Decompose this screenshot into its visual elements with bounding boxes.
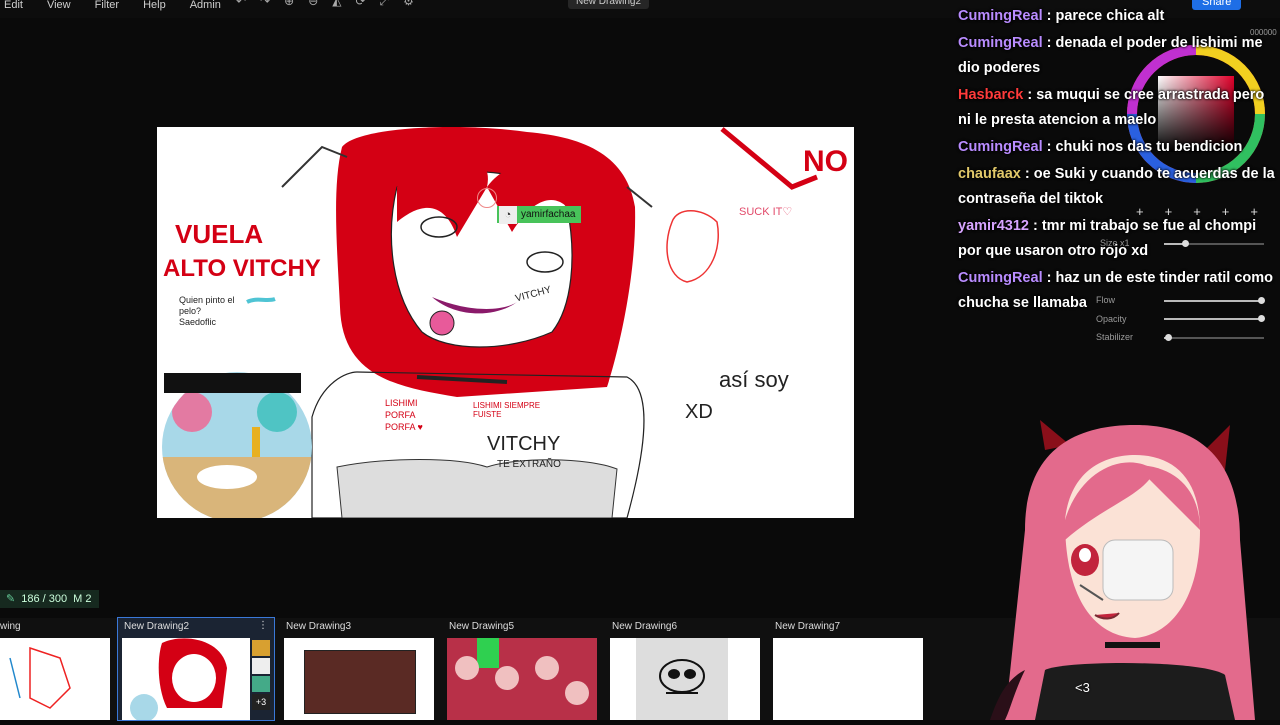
canvas-text-suck: SUCK IT♡ [739,206,793,218]
chat-message: CumingReal : haz un de este tinder ratil… [958,270,1274,311]
photo-topbar [164,373,301,393]
drawing-thumb-image [122,638,250,720]
cat-avatar-icon: ◔ [499,206,517,224]
chat-text: parece chica alt [1055,8,1165,24]
flip-icon[interactable]: ◭ [332,0,341,9]
canvas-text-no: NO [803,145,848,178]
collaborator-count-badge: +3 [252,694,270,710]
redo-icon[interactable]: ↷ [260,0,270,9]
chat-username: CumingReal [958,35,1043,51]
canvas-text-lishimi-siempre: LISHIMI SIEMPRE FUISTE [473,401,541,419]
drawing-thumb[interactable]: New Drawing5 [443,618,599,720]
document-title[interactable]: New Drawing2 [568,0,650,9]
drawing-thumb-title: wing [0,621,21,632]
canvas-text-vuela: VUELA [175,219,264,249]
chat-message: yamir4312 : tmr mi trabajo se fue al cho… [958,218,1257,259]
counter-mode: M 2 [73,593,92,605]
drawing-thumb-image [447,638,597,720]
stabilizer-slider[interactable] [1164,334,1264,341]
zoom-in-icon[interactable]: ⊕ [284,0,294,9]
remote-cursor-username: yamirfachaa [521,209,576,220]
canvas-text-alto: ALTO VITCHY [163,255,321,282]
chat-message: chaufaax : oe Suki y cuando te acuerdas … [958,166,1275,207]
canvas-text-asi: así soy [719,367,789,392]
settings-icon[interactable]: ⚙ [403,0,414,9]
canvas-text-te-extrano: TE EXTRAÑO [497,459,561,470]
drawing-thumb-image [610,638,760,720]
drawing-thumb[interactable]: wing [0,618,112,720]
chat-message: CumingReal : denada el poder de lishimi … [958,35,1263,76]
drawing-thumb-title: New Drawing5 [449,621,515,632]
user-counter[interactable]: ✎ 186 / 300 M 2 [0,590,100,608]
thumb-sketch [636,638,728,720]
stabilizer-label: Stabilizer [1096,332,1134,342]
opacity-slider[interactable] [1164,315,1265,322]
photo-circle [162,372,312,518]
avatar-illustration [990,420,1255,720]
more-options-icon[interactable]: ⋮ [258,620,268,631]
rotate-icon[interactable]: ⟳ [355,0,365,9]
remote-cursor [477,188,497,208]
drawing-thumb[interactable]: New Drawing3 [280,618,436,720]
canvas-text-vitchy-chest: VITCHY [487,433,561,455]
tongue-shape [429,310,455,336]
counter-value: 186 / 300 [21,593,68,605]
collaborator-avatar [252,676,270,692]
drawing-thumb-title: New Drawing2 [124,621,190,632]
cyan-stroke [246,297,276,304]
book-shape [336,459,618,518]
chat-text: chuki nos das tu bendicion [1055,139,1243,155]
chat-message: CumingReal : chuki nos das tu bendicion [958,139,1243,155]
drawing-thumb-image [284,638,434,720]
collaborator-avatars: +3 [252,640,270,710]
canvas-text-lishimi: LISHIMI PORFA PORFA ♥ [385,398,423,432]
chat-message: Hasbarck : sa muqui se cree arrastrada p… [958,87,1265,128]
drawing-thumb-image [0,638,110,720]
drawing-thumb-image [773,638,923,720]
menu-help[interactable]: Help [143,0,166,14]
heart-text: <3 [1075,680,1090,695]
menu-view[interactable]: View [47,0,71,14]
chat-username: CumingReal [958,270,1043,286]
thumb-screenshot [304,650,416,714]
chat-message: CumingReal : parece chica alt [958,8,1165,24]
drawing-thumb-title: New Drawing3 [286,621,352,632]
menu-edit[interactable]: Edit [4,0,23,14]
chat-overlay: CumingReal : parece chica alt CumingReal… [958,4,1280,318]
chat-username: yamir4312 [958,218,1029,234]
chat-username: chaufaax [958,166,1021,182]
drawing-thumb-title: New Drawing7 [775,621,841,632]
drawing-thumb-title: New Drawing6 [612,621,678,632]
drawing-thumb-active[interactable]: New Drawing2 ⋮ +3 [117,617,275,721]
vtuber-avatar: <3 [985,410,1280,720]
pen-icon: ✎ [6,593,16,605]
remote-cursor-tag: ◔ yamirfachaa [497,206,582,224]
canvas-text-quien: Quien pinto el pelo? Saedoflic [179,295,235,327]
menu-list: Edit View Filter Help Admin [4,0,245,14]
fullscreen-icon[interactable]: ⤢ [380,0,390,9]
undo-icon[interactable]: ↶ [236,0,246,9]
chat-username: CumingReal [958,139,1043,155]
collaborator-avatar [252,640,270,656]
chat-username: Hasbarck [958,87,1024,103]
drawing-thumb[interactable]: New Drawing6 [606,618,762,720]
zoom-out-icon[interactable]: ⊖ [308,0,318,9]
canvas-text-xd: XD [685,401,713,423]
collaborator-avatar [252,658,270,674]
toolbar: ↶ ↷ ⊕ ⊖ ◭ ⟳ ⤢ ⚙ [236,0,414,9]
menu-filter[interactable]: Filter [95,0,119,14]
sketch-figure [666,210,719,283]
menu-admin[interactable]: Admin [190,0,221,14]
drawing-thumb[interactable]: New Drawing7 [769,618,925,720]
drawing-canvas[interactable]: VUELA ALTO VITCHY NO SUCK IT♡ así soy XD… [157,127,854,518]
chat-username: CumingReal [958,8,1043,24]
